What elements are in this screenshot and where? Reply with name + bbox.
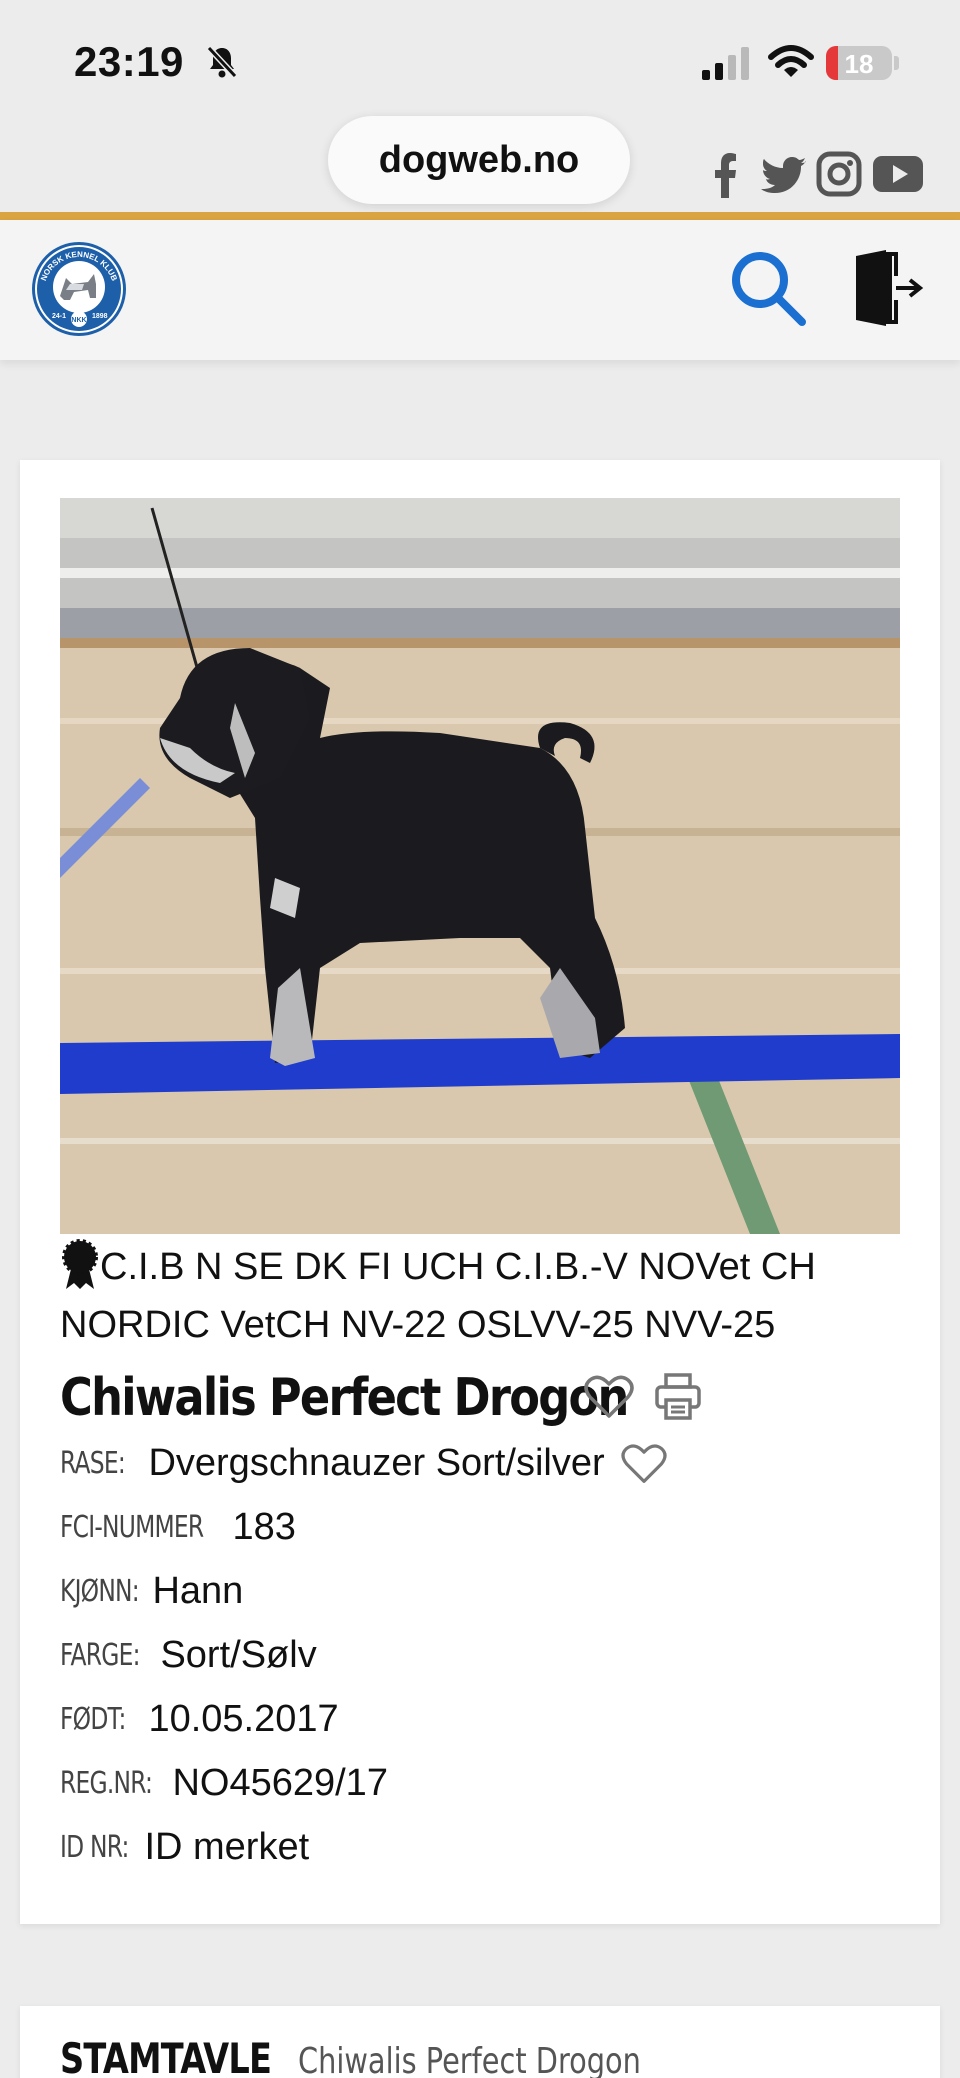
bell-slash-icon [206,45,238,79]
status-bar: 23:19 18 [0,0,960,120]
dog-name-row: Chiwalis Perfect Drogon [60,1360,900,1436]
field-label: ID NR: [60,1830,129,1865]
pedigree-heading: STAMTAVLE [60,2034,272,2078]
accent-divider [0,212,960,220]
field-value: 10.05.2017 [148,1698,339,1740]
field-value[interactable]: Dvergschnauzer Sort/silver [148,1442,604,1485]
field-label: FCI-NUMMER [60,1510,204,1545]
field-label: KJØNN: [60,1574,140,1609]
field-fci-number: FCI-NUMMER 183 [60,1506,900,1562]
field-value: 183 [232,1506,296,1548]
field-value: Sort/Sølv [160,1634,317,1676]
svg-text:NKK: NKK [71,317,86,324]
youtube-icon[interactable] [872,150,924,198]
battery-tip [894,56,899,70]
dog-titles: C.I.B N SE DK FI UCH C.I.B.-V NOVet CH N… [60,1238,900,1354]
search-icon[interactable] [726,246,810,330]
status-time: 23:19 [74,38,184,85]
site-header: NKK 24-1 1898 NORSK KENNEL KLUB [0,220,960,360]
field-reg-number: REG.NR: NO45629/17 [60,1762,900,1818]
dog-name: Chiwalis Perfect Drogon [60,1368,629,1428]
pedigree-card: STAMTAVLE Chiwalis Perfect Drogon [20,2006,940,2078]
heart-icon[interactable] [584,1374,634,1420]
pedigree-dog-name: Chiwalis Perfect Drogon [298,2041,642,2078]
field-label: FARGE: [60,1638,140,1673]
field-id-number: ID NR: ID merket [60,1826,900,1882]
dog-profile-card: C.I.B N SE DK FI UCH C.I.B.-V NOVet CH N… [20,460,940,1924]
svg-text:1898: 1898 [92,313,108,320]
dog-titles-text: C.I.B N SE DK FI UCH C.I.B.-V NOVet CH N… [60,1246,816,1346]
nkk-logo[interactable]: NKK 24-1 1898 NORSK KENNEL KLUB [30,240,128,338]
field-born: FØDT: 10.05.2017 [60,1698,900,1754]
field-label: FØDT: [60,1702,126,1737]
battery-icon: 18 [826,46,892,80]
instagram-icon[interactable] [816,150,862,198]
battery-percent: 18 [844,49,874,79]
dog-photo[interactable] [60,498,900,1234]
field-label: REG.NR: [60,1766,153,1801]
award-rosette-icon [62,1239,98,1289]
heart-icon[interactable] [621,1443,667,1485]
field-sex: KJØNN: Hann [60,1570,900,1626]
field-value: ID merket [144,1826,310,1868]
svg-text:24-1: 24-1 [52,313,66,320]
field-value: NO45629/17 [172,1762,388,1804]
logout-icon[interactable] [852,248,924,328]
field-breed: RASE: Dvergschnauzer Sort/silver [60,1442,900,1498]
pedigree-title: STAMTAVLE Chiwalis Perfect Drogon [60,2034,727,2078]
field-value: Hann [152,1570,244,1612]
url-bar[interactable]: dogweb.no [328,116,630,204]
field-label: RASE: [60,1446,126,1481]
twitter-icon[interactable] [760,150,808,198]
print-icon[interactable] [654,1372,702,1422]
facebook-icon[interactable] [710,150,740,198]
wifi-icon [768,45,814,77]
cellular-signal-icon [702,47,749,80]
field-color: FARGE: Sort/Sølv [60,1634,900,1690]
